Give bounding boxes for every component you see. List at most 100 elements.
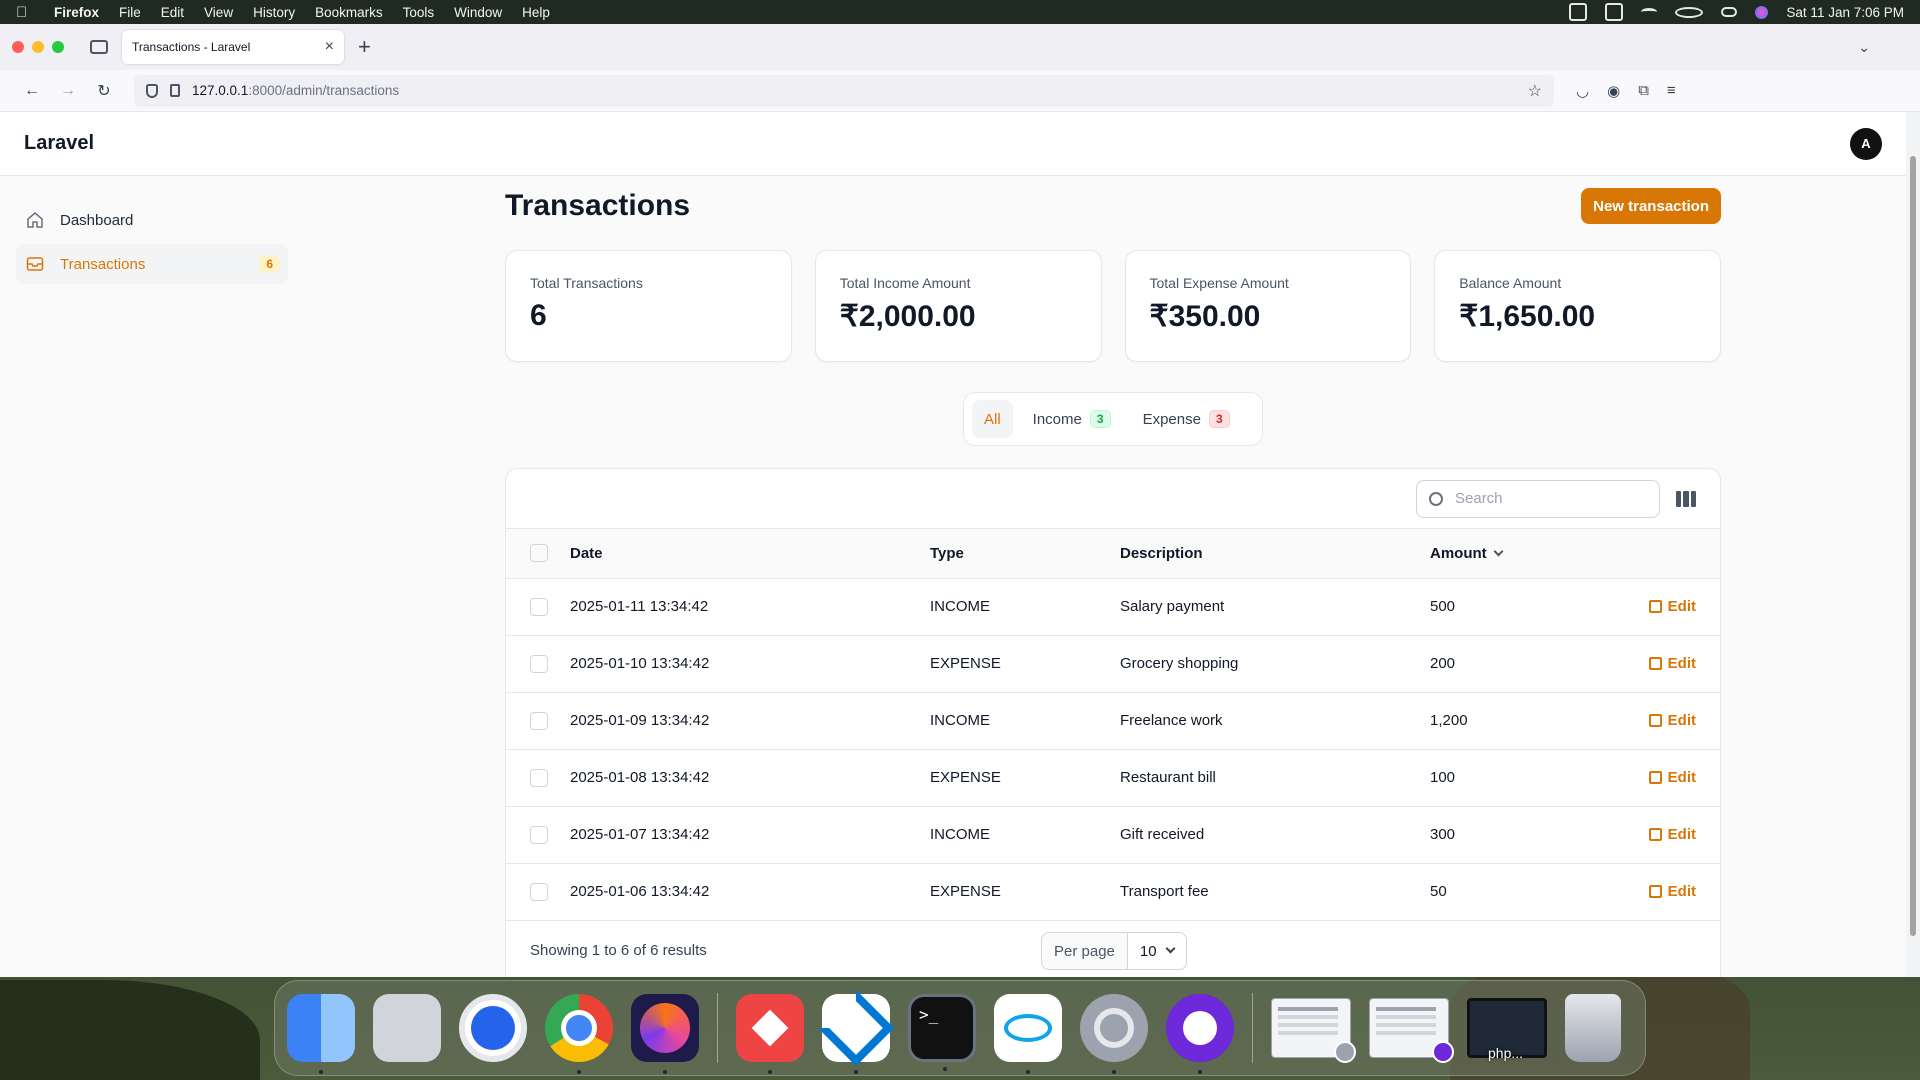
menu-file[interactable]: File xyxy=(119,5,141,20)
safari-icon[interactable] xyxy=(459,994,527,1062)
search-box[interactable] xyxy=(1416,479,1660,518)
cell-date: 2025-01-07 13:34:42 xyxy=(570,826,710,843)
reload-icon[interactable]: ↻ xyxy=(86,81,122,101)
menubar-clock[interactable]: Sat 11 Jan 7:06 PM xyxy=(1786,5,1904,20)
row-checkbox[interactable] xyxy=(530,711,548,730)
firefox-icon[interactable] xyxy=(631,994,699,1074)
vscode-icon[interactable] xyxy=(822,994,890,1074)
page-info-icon[interactable] xyxy=(170,84,180,97)
edit-button[interactable]: Edit xyxy=(1630,806,1720,863)
menu-window[interactable]: Window xyxy=(454,5,502,20)
cell-type: EXPENSE xyxy=(930,655,1001,672)
account-icon[interactable]: ◉ xyxy=(1607,82,1620,100)
page-scrollbar[interactable] xyxy=(1906,112,1920,977)
address-bar[interactable]: 127.0.0.1:8000/admin/transactions ☆ xyxy=(134,74,1554,107)
per-page-value[interactable]: 10 xyxy=(1128,943,1186,960)
cube-icon[interactable] xyxy=(1569,3,1588,21)
edit-button[interactable]: Edit xyxy=(1630,578,1720,635)
wifi-icon[interactable] xyxy=(1641,8,1658,16)
new-tab-icon[interactable]: + xyxy=(358,34,371,60)
sidebar-item-transactions[interactable]: Transactions 6 xyxy=(16,244,288,284)
column-header-type[interactable]: Type xyxy=(930,529,1120,578)
menu-tools[interactable]: Tools xyxy=(403,5,435,20)
edit-label: Edit xyxy=(1667,712,1696,729)
close-window-button[interactable] xyxy=(12,41,24,53)
hamburger-menu-icon[interactable]: ≡ xyxy=(1667,82,1676,100)
column-header-description[interactable]: Description xyxy=(1120,529,1430,578)
siri-icon[interactable] xyxy=(1755,5,1769,19)
apple-menu-icon[interactable]:  xyxy=(16,4,32,21)
per-page-select[interactable]: Per page 10 xyxy=(1041,932,1187,970)
column-header-actions xyxy=(1630,529,1720,578)
terminal-prompt: >_ xyxy=(919,1005,939,1024)
column-header-date[interactable]: Date xyxy=(570,529,930,578)
github-desktop-icon[interactable] xyxy=(1166,994,1234,1074)
row-checkbox[interactable] xyxy=(530,654,548,673)
income-count-badge: 3 xyxy=(1089,410,1111,428)
forward-arrow-icon[interactable]: → xyxy=(50,82,86,100)
row-checkbox[interactable] xyxy=(530,597,548,616)
minimized-window-github[interactable] xyxy=(1369,998,1454,1063)
spotlight-search-icon[interactable] xyxy=(1675,6,1704,18)
bookmark-star-icon[interactable]: ☆ xyxy=(1528,81,1542,101)
system-settings-icon[interactable] xyxy=(1080,994,1148,1074)
sort-chevron-icon[interactable] xyxy=(1493,546,1504,557)
tab-all[interactable]: All xyxy=(972,400,1013,438)
row-checkbox[interactable] xyxy=(530,825,548,844)
minimized-window-settings[interactable] xyxy=(1271,998,1356,1063)
display-icon[interactable] xyxy=(1605,3,1624,21)
menu-edit[interactable]: Edit xyxy=(161,5,184,20)
tab-label: All xyxy=(984,410,1001,428)
shield-icon[interactable] xyxy=(146,83,158,98)
menu-app-name[interactable]: Firefox xyxy=(54,5,99,20)
trash-icon[interactable] xyxy=(1565,994,1621,1062)
close-tab-icon[interactable]: × xyxy=(325,38,334,56)
minimize-window-button[interactable] xyxy=(32,41,44,53)
finder-icon[interactable] xyxy=(287,994,355,1074)
anydesk-icon[interactable] xyxy=(736,994,804,1074)
tab-income[interactable]: Income 3 xyxy=(1021,400,1123,438)
chevron-down-icon[interactable]: ⌄ xyxy=(1858,39,1870,56)
sidebar-item-dashboard[interactable]: Dashboard xyxy=(16,200,288,240)
edit-button[interactable]: Edit xyxy=(1630,749,1720,806)
scrollbar-thumb[interactable] xyxy=(1910,156,1916,936)
new-transaction-button[interactable]: New transaction xyxy=(1581,188,1721,224)
cell-amount: 200 xyxy=(1430,655,1456,672)
toolbar-icons: ◡ ◉ ⧉ ≡ xyxy=(1576,82,1676,100)
launchpad-icon[interactable] xyxy=(373,994,441,1062)
edit-button[interactable]: Edit xyxy=(1630,635,1720,692)
edit-button[interactable]: Edit xyxy=(1630,692,1720,749)
settings-badge-icon xyxy=(1334,1041,1356,1063)
column-header-amount[interactable]: Amount xyxy=(1430,529,1630,578)
edit-icon xyxy=(1648,714,1662,727)
tab-overview-icon[interactable] xyxy=(90,40,108,54)
tab-bar: Transactions - Laravel × + ⌄ xyxy=(0,24,1920,70)
maximize-window-button[interactable] xyxy=(52,41,64,53)
tab-expense[interactable]: Expense 3 xyxy=(1131,400,1242,438)
pocket-icon[interactable]: ◡ xyxy=(1576,82,1589,100)
select-all-checkbox[interactable] xyxy=(530,544,548,563)
row-checkbox[interactable] xyxy=(530,768,548,787)
columns-toggle-icon[interactable] xyxy=(1676,490,1696,507)
row-checkbox[interactable] xyxy=(530,882,548,901)
table-row: 2025-01-07 13:34:42 INCOME Gift received… xyxy=(506,806,1720,863)
menu-bookmarks[interactable]: Bookmarks xyxy=(315,5,383,20)
edit-label: Edit xyxy=(1667,769,1696,786)
avatar[interactable]: A xyxy=(1850,127,1882,160)
transactions-count-badge: 6 xyxy=(259,255,280,273)
control-center-icon[interactable] xyxy=(1721,7,1738,17)
search-input[interactable] xyxy=(1455,490,1635,507)
brand-logo[interactable]: Laravel xyxy=(24,132,94,155)
sidebar-item-label: Transactions xyxy=(60,255,146,273)
freeform-icon[interactable] xyxy=(994,994,1062,1074)
browser-tab-active[interactable]: Transactions - Laravel × xyxy=(122,30,344,64)
chrome-icon[interactable] xyxy=(545,994,613,1074)
back-arrow-icon[interactable]: ← xyxy=(14,82,50,100)
menu-history[interactable]: History xyxy=(253,5,295,20)
menu-help[interactable]: Help xyxy=(522,5,550,20)
extensions-icon[interactable]: ⧉ xyxy=(1638,82,1649,100)
edit-button[interactable]: Edit xyxy=(1630,863,1720,920)
minimized-window-php[interactable]: php... xyxy=(1467,998,1547,1061)
menu-view[interactable]: View xyxy=(204,5,233,20)
terminal-icon[interactable]: >_ xyxy=(908,994,976,1071)
